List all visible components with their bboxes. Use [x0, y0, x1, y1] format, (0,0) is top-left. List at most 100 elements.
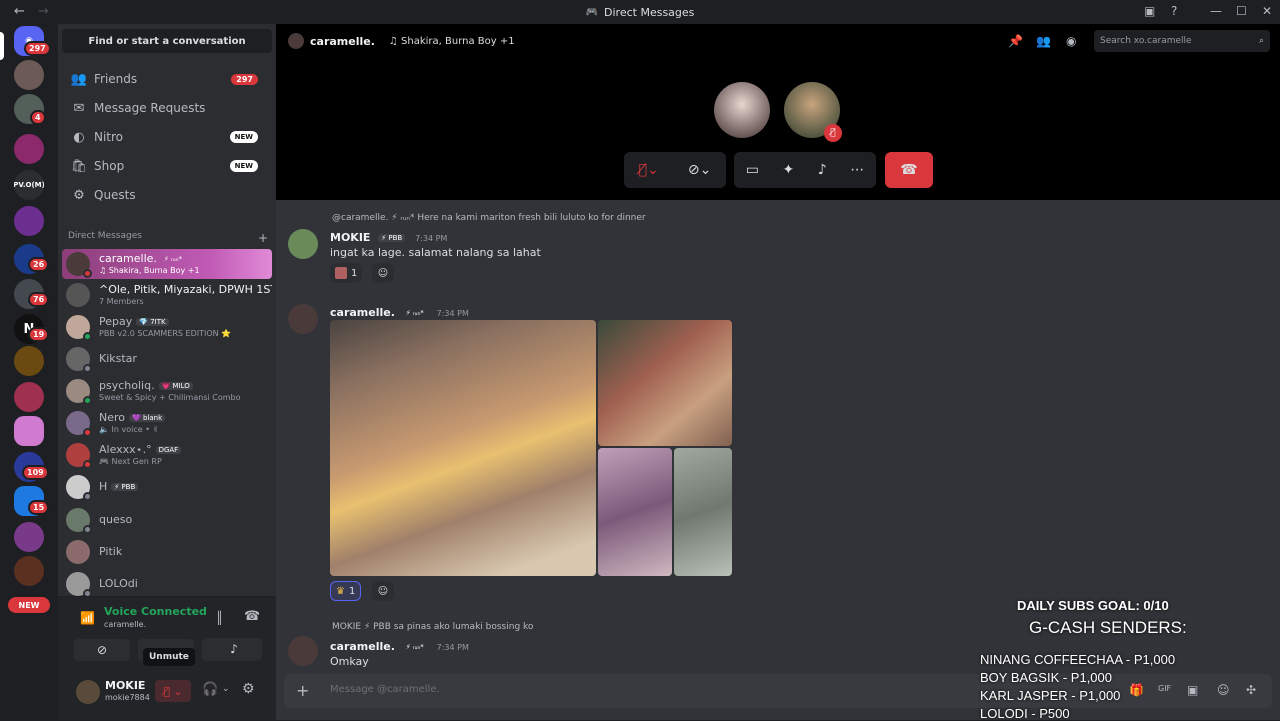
server-badge: 19 [28, 327, 50, 342]
maximize-icon[interactable]: ☐ [1236, 4, 1247, 18]
dm-item-pepay[interactable]: Pepay 💎 7ITK PBB v2.0 SCAMMERS EDITION ⭐ [62, 312, 272, 342]
soundboard-icon[interactable]: ♪ [818, 162, 827, 178]
new-servers-badge[interactable]: NEW [8, 597, 50, 613]
dm-topbar: caramelle. ♫ Shakira, Burna Boy +1 📌 👥 ◉… [276, 24, 1280, 58]
nav-quests[interactable]: ⚙ Quests [64, 181, 270, 209]
call-avatar-caramelle[interactable] [714, 82, 770, 138]
dm-item-psycholiq[interactable]: psycholiq. 💗 MILO Sweet & Spicy + Chiliman… [62, 376, 272, 406]
soundboard-button[interactable]: ♪ [206, 638, 262, 660]
add-attachment-icon[interactable]: + [296, 681, 309, 700]
add-dm-icon[interactable]: + [258, 231, 268, 245]
dm-avatar-server[interactable] [14, 60, 44, 90]
find-conversation-button[interactable]: Find or start a conversation [62, 29, 272, 53]
nav-nitro[interactable]: ◐ Nitro NEW [64, 123, 270, 151]
screen-share-icon[interactable]: ▭ [746, 162, 759, 178]
reply-preview[interactable]: MOKIE ⚡ PBB sa pinas ako lumaki bossing … [332, 622, 533, 632]
mic-muted-icon[interactable]: 🎙̸⌄ [639, 162, 659, 178]
close-icon[interactable]: ✕ [1262, 4, 1272, 18]
dm-item-group[interactable]: ^Ole, Pitik, Miyazaki, DPWH 1ST... 7 Memb… [62, 280, 272, 310]
chevron-down-icon[interactable]: ⌄ [222, 684, 230, 694]
camera-off-icon[interactable]: ⊘⌄ [688, 162, 711, 178]
image-attachment-shrimp[interactable] [674, 448, 732, 576]
activities-icon[interactable]: ✦ [783, 162, 795, 178]
search-input[interactable]: Search xo.caramelle ⌕ [1094, 30, 1270, 52]
add-reaction-button[interactable]: ☺ [372, 263, 394, 283]
message-author[interactable]: MOKIE [330, 231, 370, 244]
server-icon[interactable] [14, 134, 44, 164]
forward-arrow-icon[interactable]: → [38, 4, 49, 19]
dm-item-lolodi[interactable]: LOLOdi [62, 569, 272, 599]
soundboard-wave-icon[interactable]: ║ [216, 611, 223, 625]
gcash-heading: G-CASH SENDERS: [1029, 618, 1187, 637]
avatar [66, 347, 92, 373]
headphones-icon[interactable]: 🎧 [202, 682, 218, 697]
image-attachment-meat-counter[interactable] [330, 320, 596, 576]
call-area: 🎙̸ 🎙̸⌄ ⊘⌄ ▭ ✦ ♪ ⋯ ☎ [276, 58, 1280, 200]
dm-item-alexxx[interactable]: Alexxx⋆.° DGAF 🎮 Next Gen RP [62, 440, 272, 470]
nav-shop[interactable]: 🛍 Shop NEW [64, 152, 270, 180]
image-attachment-market[interactable] [598, 320, 732, 446]
message-avatar[interactable] [288, 304, 318, 334]
shop-icon: 🛍 [70, 158, 88, 174]
disconnect-icon[interactable]: ☎ [244, 609, 260, 624]
server-icon[interactable] [14, 206, 44, 236]
minimize-icon[interactable]: — [1210, 4, 1222, 18]
dm-status: 🔈 In voice • ✌ [99, 424, 160, 434]
search-icon: ⌕ [1258, 36, 1264, 46]
server-icon[interactable] [14, 382, 44, 412]
reaction[interactable]: ♛ 1 [330, 581, 362, 601]
apps-icon[interactable]: ✣ [1246, 683, 1256, 697]
nav-message-requests[interactable]: ✉ Message Requests [64, 94, 270, 122]
camera-off-button[interactable]: ⊘ [74, 639, 130, 661]
back-arrow-icon[interactable]: ← [14, 4, 25, 19]
dm-item-nero[interactable]: Nero 💜 blank 🔈 In voice • ✌ [62, 408, 272, 438]
message-author[interactable]: caramelle. [330, 306, 395, 319]
add-friend-icon[interactable]: 👥 [1036, 34, 1051, 48]
nav-label: Quests [94, 188, 136, 202]
reaction[interactable]: 1 [330, 263, 363, 283]
gift-icon[interactable]: 🎁 [1129, 683, 1144, 697]
avatar [66, 540, 90, 564]
user-avatar[interactable] [76, 680, 100, 704]
gif-icon[interactable]: GIF [1158, 684, 1171, 693]
reply-preview[interactable]: @caramelle. ⚡ ᵣᵤₙ* Here na kami mariton … [332, 213, 646, 223]
avatar [66, 252, 92, 278]
server-icon[interactable]: PV.O(M) [14, 170, 44, 200]
topbar-avatar[interactable] [288, 33, 304, 49]
muted-indicator-icon: 🎙̸ [824, 124, 842, 142]
user-name[interactable]: MOKIE [105, 679, 145, 692]
image-attachment-squid[interactable] [598, 448, 672, 576]
new-badge: NEW [229, 160, 258, 172]
voice-status[interactable]: Voice Connected [104, 605, 207, 618]
dm-item-pitik[interactable]: Pitik [62, 537, 272, 567]
more-icon[interactable]: ⋯ [850, 162, 864, 178]
dm-item-queso[interactable]: queso [62, 505, 272, 535]
help-icon[interactable]: ? [1171, 4, 1177, 18]
inbox-icon[interactable]: ▣ [1144, 4, 1155, 18]
server-icon[interactable] [14, 522, 44, 552]
server-icon[interactable] [14, 416, 44, 446]
message-avatar[interactable] [288, 229, 318, 259]
server-icon[interactable] [14, 556, 44, 586]
settings-gear-icon[interactable]: ⚙ [242, 681, 255, 697]
dm-item-kikstar[interactable]: Kikstar [62, 344, 272, 374]
dm-item-caramelle[interactable]: caramelle. ⚡ ᵣᵤₙ* ♫ Shakira, Burna Boy +1 [62, 249, 272, 279]
emoji-icon[interactable]: ☺ [1217, 683, 1230, 697]
dm-item-h[interactable]: H ⚡ PBB [62, 472, 272, 502]
sticker-icon[interactable]: ▣ [1187, 683, 1198, 697]
message-author[interactable]: caramelle. [330, 640, 395, 653]
server-icon[interactable] [14, 346, 44, 376]
profile-icon[interactable]: ◉ [1066, 34, 1076, 48]
nav-friends[interactable]: 👥 Friends 297 [64, 65, 270, 93]
server-badge: 109 [22, 465, 49, 480]
message-input[interactable]: + Message @caramelle. 🎁 GIF ▣ ☺ ✣ [284, 674, 1272, 708]
mute-button[interactable]: 🎙̸ ⌄ [155, 680, 191, 702]
voice-channel[interactable]: caramelle. [104, 620, 146, 629]
add-reaction-button[interactable]: ☺ [372, 581, 394, 601]
dm-name: Pitik [99, 545, 123, 558]
end-call-button[interactable]: ☎ [885, 152, 933, 188]
home-badge: 297 [24, 41, 51, 56]
topbar-name[interactable]: caramelle. [310, 35, 375, 48]
pin-icon[interactable]: 📌 [1008, 34, 1023, 48]
message-avatar[interactable] [288, 636, 318, 666]
